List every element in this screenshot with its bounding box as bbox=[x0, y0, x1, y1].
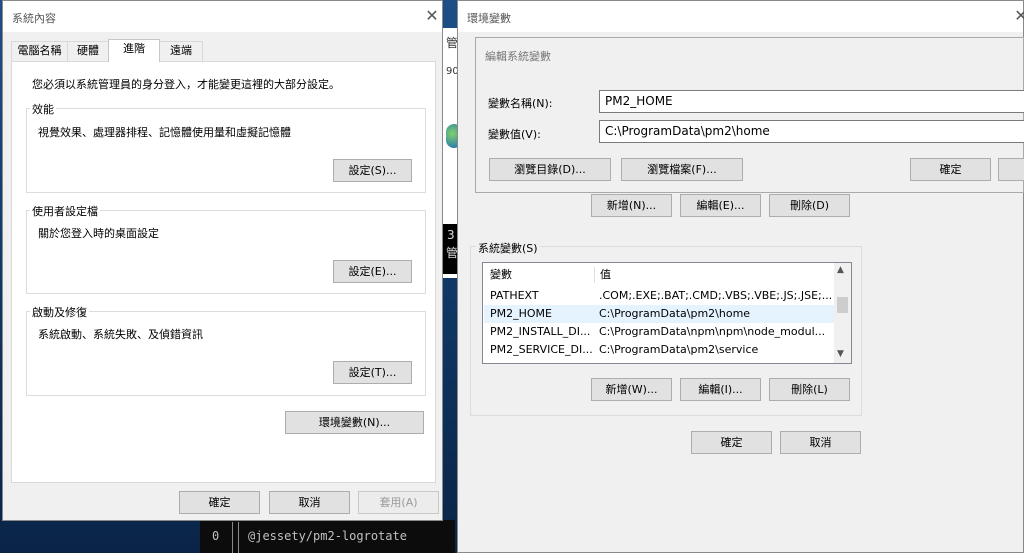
button-label: 瀏覽檔案(F)... bbox=[647, 163, 717, 176]
button-label: 取消 bbox=[809, 436, 832, 449]
tab-label: 電腦名稱 bbox=[17, 44, 62, 57]
tab-label: 遠端 bbox=[170, 44, 192, 57]
scroll-up-icon[interactable]: ▲ bbox=[837, 265, 844, 275]
variable-value-field[interactable]: C:\ProgramData\pm2\home bbox=[599, 120, 1024, 143]
performance-title: 效能 bbox=[30, 101, 56, 117]
system-variable-delete-button[interactable]: 刪除(L) bbox=[769, 378, 850, 401]
button-label: 設定(T)... bbox=[348, 366, 397, 379]
user-profiles-desc: 關於您登入時的桌面設定 bbox=[38, 227, 159, 240]
close-icon[interactable]: ✕ bbox=[422, 6, 442, 25]
table-row[interactable]: PM2_INSTALL_DI... C:\ProgramData\npm\npm… bbox=[484, 323, 834, 341]
button-label: 新增(N)... bbox=[606, 199, 657, 212]
variable-name: PATHEXT bbox=[490, 289, 539, 302]
tab-remote[interactable]: 遠端 bbox=[159, 41, 203, 61]
vertical-scrollbar[interactable]: ▲ ▼ bbox=[834, 263, 851, 363]
button-label: 編輯(I)... bbox=[698, 383, 743, 396]
column-header-name[interactable]: 變數 bbox=[490, 266, 512, 284]
variable-name-label: 變數名稱(N): bbox=[488, 97, 553, 110]
terminal-separator bbox=[238, 522, 239, 553]
tab-label: 硬體 bbox=[77, 44, 99, 57]
table-row-selected[interactable]: PM2_HOME C:\ProgramData\pm2\home bbox=[484, 305, 834, 323]
ok-button[interactable]: 確定 bbox=[691, 431, 772, 454]
browse-directory-button[interactable]: 瀏覽目錄(D)... bbox=[489, 158, 611, 181]
system-variable-edit-button[interactable]: 編輯(I)... bbox=[680, 378, 761, 401]
system-properties-titlebar[interactable]: 系統內容 ✕ bbox=[3, 1, 442, 32]
variable-name: PM2_SERVICE_DI... bbox=[490, 343, 593, 356]
table-row[interactable]: PATHEXT .COM;.EXE;.BAT;.CMD;.VBS;.VBE;.J… bbox=[484, 287, 834, 305]
variable-value: C:\ProgramData\pm2\service bbox=[599, 343, 759, 356]
startup-recovery-title: 啟動及修復 bbox=[30, 304, 89, 320]
ok-button[interactable]: 確定 bbox=[910, 158, 991, 181]
user-variable-new-button[interactable]: 新增(N)... bbox=[591, 194, 672, 217]
button-label: 套用(A) bbox=[379, 496, 418, 509]
user-profiles-title: 使用者設定檔 bbox=[30, 203, 100, 219]
scroll-down-icon[interactable]: ▼ bbox=[837, 349, 844, 359]
button-label: 刪除(D) bbox=[789, 199, 830, 212]
variable-name-value: PM2_HOME bbox=[605, 94, 673, 108]
variable-value-value: C:\ProgramData\pm2\home bbox=[605, 124, 770, 138]
button-label: 設定(S)... bbox=[348, 164, 397, 177]
background-text: 3 bbox=[447, 228, 455, 242]
scrollbar-thumb[interactable] bbox=[837, 297, 848, 313]
variable-value: .COM;.EXE;.BAT;.CMD;.VBS;.VBE;.JS;.JSE;.… bbox=[599, 289, 831, 302]
performance-settings-button[interactable]: 設定(S)... bbox=[333, 159, 412, 182]
button-label: 確定 bbox=[939, 163, 962, 176]
system-properties-dialog: 系統內容 ✕ 電腦名稱 硬體 進階 遠端 您必須以系統管理員的身分登入，才能變更… bbox=[2, 0, 443, 521]
tab-computer-name[interactable]: 電腦名稱 bbox=[11, 41, 68, 61]
table-row[interactable]: PM2_SERVICE_DI... C:\ProgramData\pm2\ser… bbox=[484, 341, 834, 359]
cancel-button[interactable]: 取消 bbox=[780, 431, 861, 454]
variable-value-label: 變數值(V): bbox=[488, 128, 541, 141]
dialog-title: 編輯系統變數 bbox=[485, 50, 551, 63]
close-icon[interactable]: ✕ bbox=[1011, 6, 1024, 25]
startup-recovery-desc: 系統啟動、系統失敗、及偵錯資訊 bbox=[38, 328, 203, 341]
button-label: 確定 bbox=[208, 496, 231, 509]
edit-variable-titlebar[interactable]: 編輯系統變數 bbox=[476, 38, 1023, 70]
variable-name: PM2_INSTALL_DI... bbox=[490, 325, 591, 338]
user-variable-delete-button[interactable]: 刪除(D) bbox=[769, 194, 850, 217]
startup-recovery-settings-button[interactable]: 設定(T)... bbox=[333, 361, 412, 384]
cancel-button-partial[interactable] bbox=[998, 158, 1024, 181]
performance-desc: 視覺效果、處理器排程、記憶體使用量和虛擬記憶體 bbox=[38, 126, 291, 139]
variable-value: C:\ProgramData\pm2\home bbox=[599, 307, 751, 320]
button-label: 刪除(L) bbox=[791, 383, 828, 396]
column-header-value[interactable]: 值 bbox=[600, 266, 611, 284]
button-label: 編輯(E)... bbox=[696, 199, 745, 212]
environment-variables-titlebar[interactable]: 環境變數 ✕ bbox=[458, 1, 1024, 32]
button-label: 瀏覽目錄(D)... bbox=[514, 163, 586, 176]
button-label: 確定 bbox=[720, 436, 743, 449]
terminal-text: @jessety/pm2-logrotate bbox=[248, 529, 407, 543]
browse-file-button[interactable]: 瀏覽檔案(F)... bbox=[621, 158, 743, 181]
button-label: 環境變數(N)... bbox=[318, 416, 391, 429]
edit-system-variable-dialog: 編輯系統變數 變數名稱(N): PM2_HOME 變數值(V): C:\Prog… bbox=[475, 37, 1024, 193]
variable-name: PM2_HOME bbox=[490, 307, 552, 320]
user-variable-edit-button[interactable]: 編輯(E)... bbox=[680, 194, 761, 217]
tab-label: 進階 bbox=[123, 42, 145, 55]
button-label: 設定(E)... bbox=[348, 265, 397, 278]
system-variables-title: 系統變數(S) bbox=[476, 240, 540, 256]
apply-button[interactable]: 套用(A) bbox=[358, 491, 439, 514]
cancel-button[interactable]: 取消 bbox=[269, 491, 350, 514]
dialog-title: 環境變數 bbox=[467, 12, 511, 25]
column-divider[interactable] bbox=[594, 267, 595, 283]
system-variables-list[interactable]: 變數 值 PATHEXT .COM;.EXE;.BAT;.CMD;.VBS;.V… bbox=[482, 262, 852, 364]
environment-variables-button[interactable]: 環境變數(N)... bbox=[285, 411, 424, 434]
button-label: 新增(W)... bbox=[605, 383, 658, 396]
tab-advanced[interactable]: 進階 bbox=[108, 39, 160, 62]
ok-button[interactable]: 確定 bbox=[179, 491, 260, 514]
variable-name-field[interactable]: PM2_HOME bbox=[599, 90, 1024, 113]
button-label: 取消 bbox=[298, 496, 321, 509]
variable-value: C:\ProgramData\npm\npm\node_modul... bbox=[599, 325, 826, 338]
list-header: 變數 值 bbox=[484, 265, 834, 285]
terminal-separator bbox=[232, 522, 233, 553]
tab-hardware[interactable]: 硬體 bbox=[67, 41, 109, 61]
dialog-title: 系統內容 bbox=[12, 12, 56, 25]
terminal-line-number: 0 bbox=[212, 529, 220, 543]
system-variable-new-button[interactable]: 新增(W)... bbox=[591, 378, 672, 401]
tab-panel: 您必須以系統管理員的身分登入，才能變更這裡的大部分設定。 效能 視覺效果、處理器… bbox=[11, 61, 436, 483]
admin-note: 您必須以系統管理員的身分登入，才能變更這裡的大部分設定。 bbox=[32, 78, 340, 91]
user-profiles-settings-button[interactable]: 設定(E)... bbox=[333, 260, 412, 283]
